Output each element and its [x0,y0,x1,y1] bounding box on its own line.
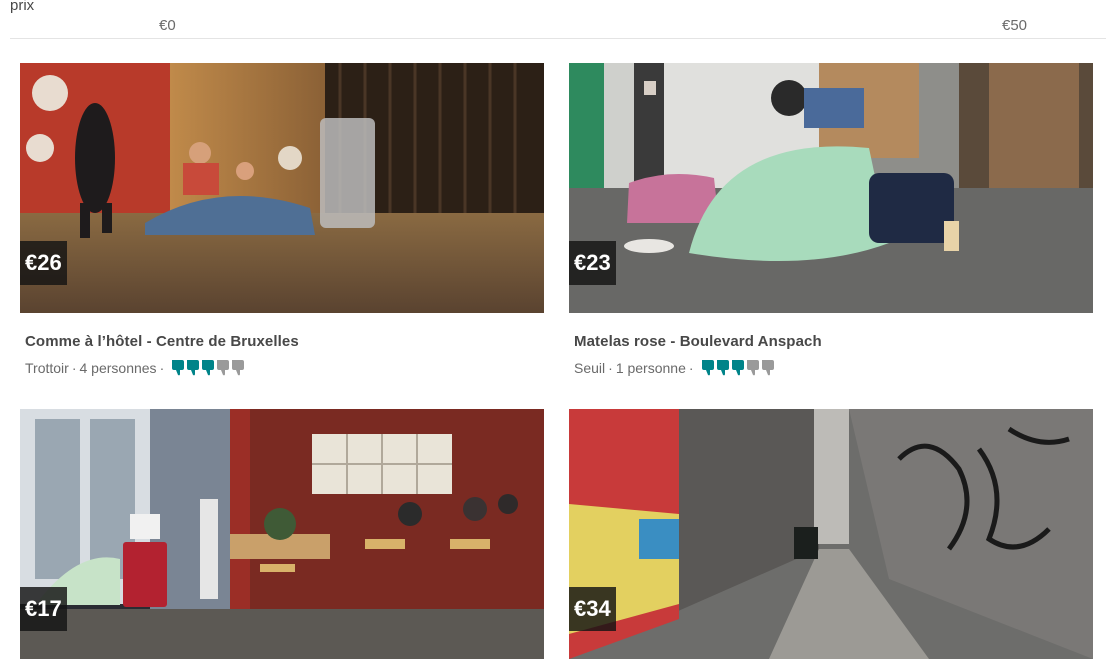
listing-image [569,63,1093,313]
listing-card[interactable]: €17 [20,409,544,659]
price-badge: €17 [20,587,67,631]
thumbs-down-icon [172,360,185,376]
thumbs-down-icon [187,360,200,376]
listing-photo[interactable]: €23 [569,63,1093,313]
price-badge: €26 [20,241,67,285]
listing-card[interactable]: €23 Matelas rose - Boulevard Anspach Seu… [569,63,1093,376]
listing-photo[interactable]: €17 [20,409,544,659]
thumbs-down-icon [217,360,230,376]
listing-meta: Seuil · 1 personne · [574,359,1093,376]
rating [701,359,775,376]
listing-guests: 4 personnes [79,359,157,376]
price-min-value: €0 [159,17,176,34]
price-badge: €23 [569,241,616,285]
listing-meta: Trottoir · 4 personnes · [25,359,544,376]
thumbs-down-icon [731,360,744,376]
thumbs-down-icon [202,360,215,376]
rating [171,359,245,376]
listing-type: Seuil [574,359,606,376]
price-filter-label: prix [10,0,35,14]
listing-card[interactable]: €26 Comme à l’hôtel - Centre de Bruxelle… [20,63,544,376]
price-filter[interactable]: prix €0 €50 [0,0,1111,40]
thumbs-down-icon [716,360,729,376]
listing-image [20,63,544,313]
thumbs-down-icon [761,360,774,376]
listing-title[interactable]: Comme à l’hôtel - Centre de Bruxelles [25,333,544,350]
price-max-value: €50 [1002,17,1028,34]
thumbs-down-icon [701,360,714,376]
listing-image [20,409,544,659]
listing-guests: 1 personne [615,359,686,376]
listing-photo[interactable]: €34 [569,409,1093,659]
divider [10,38,1106,39]
thumbs-down-icon [232,360,245,376]
listing-title[interactable]: Matelas rose - Boulevard Anspach [574,333,1093,350]
listing-photo[interactable]: €26 [20,63,544,313]
thumbs-down-icon [746,360,759,376]
listing-card[interactable]: €34 [569,409,1093,659]
listing-type: Trottoir [25,359,69,376]
price-badge: €34 [569,587,616,631]
listing-image [569,409,1093,659]
